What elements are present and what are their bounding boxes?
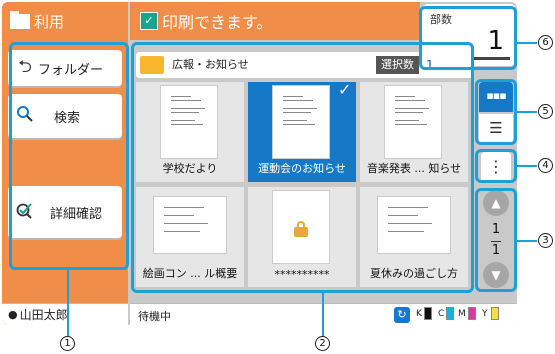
ready-check-icon: ✓ — [140, 12, 158, 30]
callout-line-2 — [322, 293, 324, 336]
callout-number-1: 1 — [60, 336, 75, 351]
callout-box-3 — [475, 188, 517, 292]
ink-level-y — [491, 307, 499, 320]
ink-level-c — [446, 307, 454, 320]
callout-line-5 — [517, 111, 537, 113]
mode-title: 利用 — [2, 2, 128, 40]
callout-line-6 — [517, 42, 537, 44]
callout-number-3: 3 — [538, 233, 553, 248]
callout-number-6: 6 — [538, 35, 553, 50]
callout-number-4: 4 — [538, 158, 553, 173]
callout-box-4 — [475, 149, 517, 183]
callout-box-2 — [131, 42, 474, 293]
callout-number-2: 2 — [315, 336, 330, 351]
callout-line-4 — [517, 165, 537, 167]
status-message: 印刷できます。 — [162, 13, 273, 32]
screen: 利用 ⮌ フォルダー 検索 詳細確認 ● 山田太郎 ✓ 印刷できます。 部数 1… — [0, 0, 555, 354]
ink-letter-m: M — [458, 309, 466, 319]
user-name: 山田太郎 — [19, 308, 68, 322]
header-bar: ✓ 印刷できます。 — [130, 2, 420, 40]
ink-status-icon: ↻ — [394, 307, 410, 323]
ink-level-k — [424, 307, 432, 320]
callout-box-6 — [419, 6, 517, 70]
ink-letter-k: K — [416, 309, 422, 319]
machine-status: 待機中 — [138, 310, 171, 323]
ink-letter-y: Y — [482, 309, 488, 319]
callout-line-1 — [67, 270, 69, 336]
ink-level-m — [468, 307, 476, 320]
user-icon: ● — [8, 308, 18, 321]
ink-letter-c: C — [438, 309, 445, 319]
mode-label: 利用 — [34, 12, 65, 31]
user-indicator[interactable]: ● 山田太郎 — [2, 303, 128, 325]
callout-box-1 — [9, 42, 129, 270]
callout-number-5: 5 — [538, 104, 553, 119]
folder-icon — [10, 10, 30, 29]
callout-line-3 — [517, 240, 537, 242]
callout-box-5 — [475, 79, 517, 145]
